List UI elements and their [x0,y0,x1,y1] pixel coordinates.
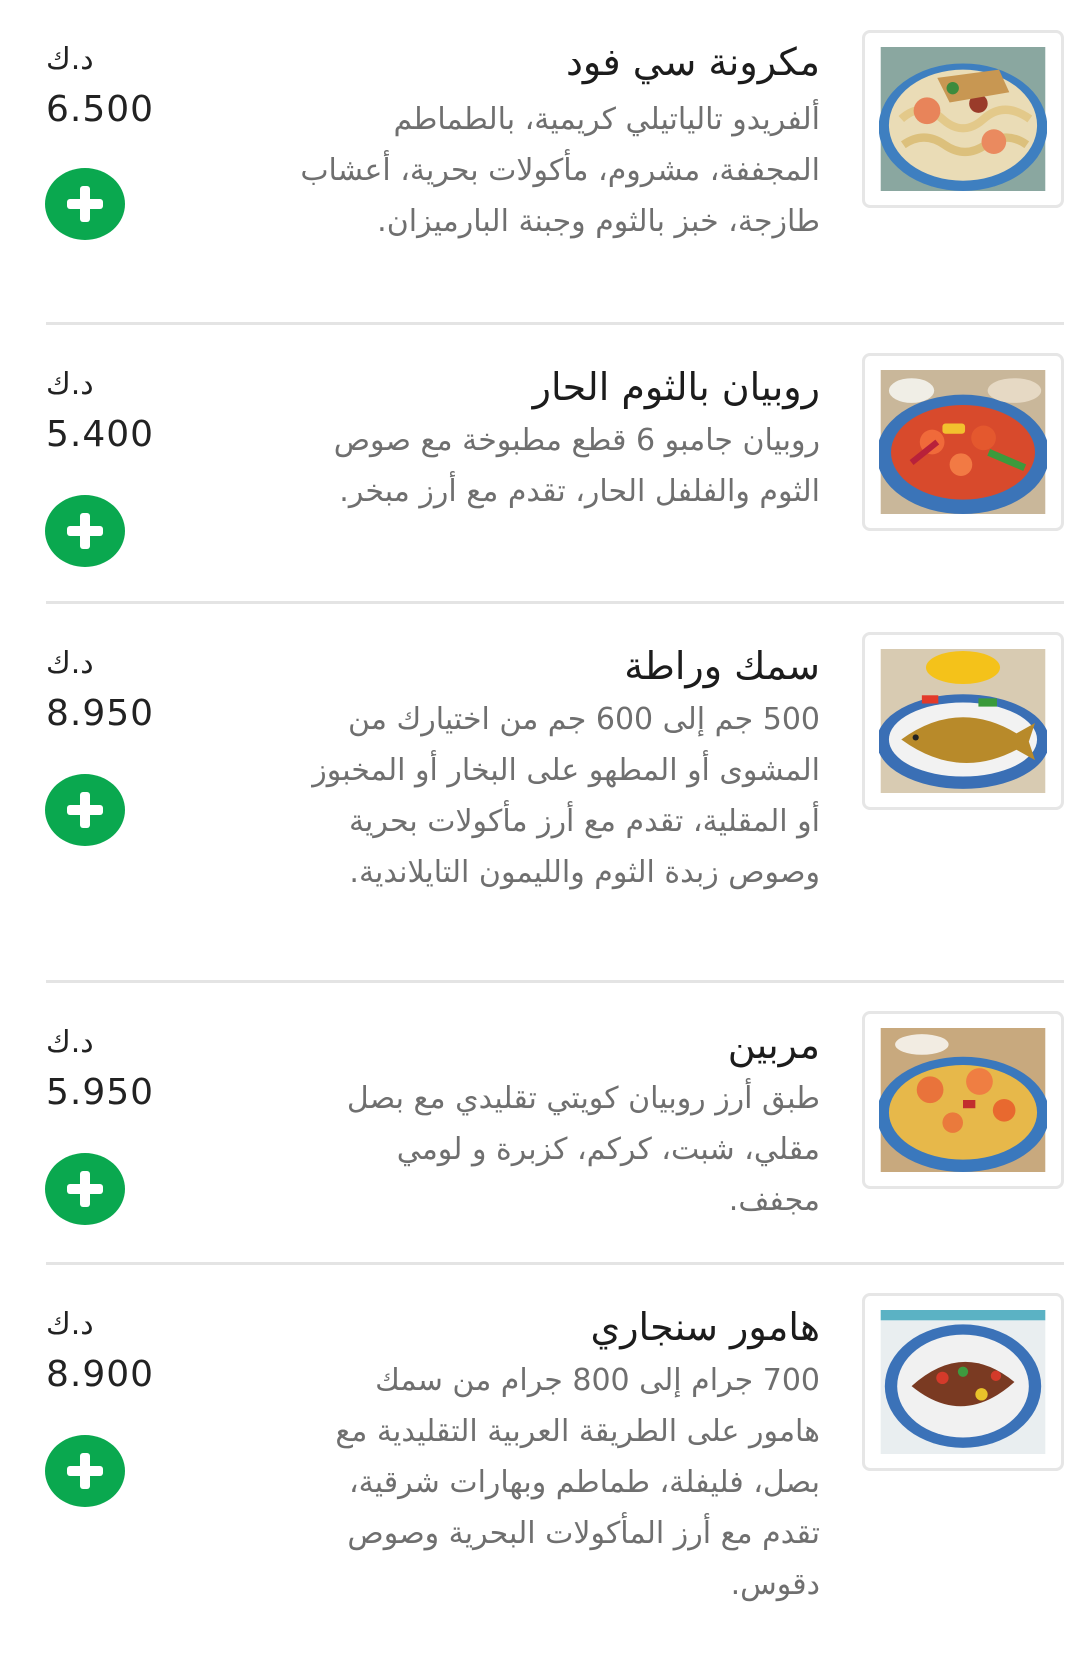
dish-name: روبيان بالثوم الحار [532,365,820,409]
dish-description: 700 جرام إلى 800 جرام من سمك هامور على ا… [335,1363,820,1602]
dish-price: 8.900 [46,1354,155,1395]
dish-description: روبيان جامبو 6 قطع مطبوخة مع صوص الثوم و… [333,423,820,509]
dish-description: طبق أرز روبيان كويتي تقليدي مع بصل مقلي،… [346,1081,820,1218]
dish-name: مربين [727,1023,820,1067]
dish-name: مكرونة سي فود [566,40,820,84]
item-divider [46,322,1064,325]
garlic-shrimp-image [879,370,1047,514]
shrimp-rice-image [879,1028,1047,1172]
add-to-cart-button[interactable] [45,168,125,240]
dish-name: سمك وراطة [624,644,820,688]
dish-description: 500 جم إلى 600 جم من اختيارك من المشوى أ… [312,702,820,890]
dish-image[interactable] [862,30,1064,208]
currency-label: د.ك [46,367,94,402]
add-to-cart-button[interactable] [45,1153,125,1225]
dish-price: 8.950 [46,693,155,734]
currency-label: د.ك [46,1307,94,1342]
menu-list: مكرونة سي فود ألفريدو تالياتيلي كريمية، … [0,0,1080,1674]
fish-image [879,649,1047,793]
dish-description: ألفريدو تالياتيلي كريمية، بالطماطم المجف… [300,102,820,239]
item-divider [46,601,1064,604]
add-to-cart-button[interactable] [45,774,125,846]
dish-image[interactable] [862,1011,1064,1189]
dish-image[interactable] [862,1293,1064,1471]
add-to-cart-button[interactable] [45,495,125,567]
currency-label: د.ك [46,1025,94,1060]
dish-image[interactable] [862,632,1064,810]
hamour-image [880,1310,1046,1454]
currency-label: د.ك [46,42,94,77]
dish-price: 6.500 [46,89,155,130]
item-divider [46,1262,1064,1265]
seafood-pasta-image [879,47,1047,191]
dish-image[interactable] [862,353,1064,531]
dish-name: هامور سنجاري [590,1305,820,1349]
dish-price: 5.400 [46,414,155,455]
add-to-cart-button[interactable] [45,1435,125,1507]
item-divider [46,980,1064,983]
dish-price: 5.950 [46,1072,155,1113]
currency-label: د.ك [46,646,94,681]
